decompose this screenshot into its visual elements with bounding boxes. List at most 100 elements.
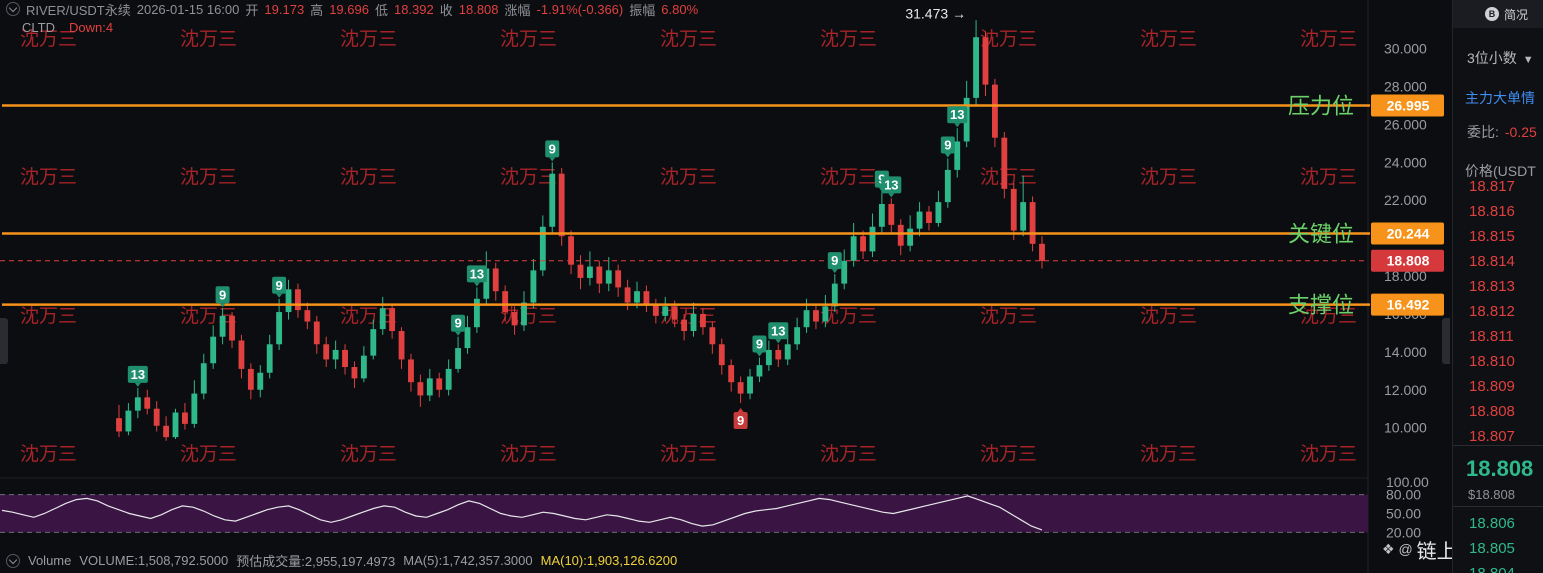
candle-body[interactable] <box>238 340 245 369</box>
candle-body[interactable] <box>662 306 669 316</box>
candle-body[interactable] <box>163 425 170 438</box>
ask-price[interactable]: 18.817 <box>1469 178 1515 195</box>
candle-body[interactable] <box>266 344 273 373</box>
candle-body[interactable] <box>615 270 622 288</box>
candle-body[interactable] <box>681 319 688 332</box>
overview-button[interactable]: B 简况 <box>1453 0 1543 28</box>
candle-body[interactable] <box>813 310 819 322</box>
bid-price[interactable]: 18.806 <box>1469 515 1515 532</box>
candle-body[interactable] <box>1010 188 1017 231</box>
candle-body[interactable] <box>605 270 612 284</box>
ask-price[interactable]: 18.814 <box>1469 253 1515 270</box>
candle-body[interactable] <box>276 312 283 345</box>
candle-body[interactable] <box>935 202 942 223</box>
candle-body[interactable] <box>643 291 650 305</box>
candle-body[interactable] <box>973 37 979 98</box>
candle-body[interactable] <box>869 226 876 252</box>
chart-area[interactable]: 30.00028.00026.00024.00022.00020.00018.0… <box>0 0 1497 573</box>
candle-body[interactable] <box>295 289 301 311</box>
candle-body[interactable] <box>558 173 565 237</box>
main-order-tab[interactable]: 主力大单情 <box>1465 88 1535 108</box>
candle-body[interactable] <box>897 224 904 246</box>
candle-body[interactable] <box>247 368 254 390</box>
candle-body[interactable] <box>379 308 386 330</box>
price-chart[interactable]: 30.00028.00026.00024.00022.00020.00018.0… <box>0 0 1450 573</box>
candle-body[interactable] <box>304 310 311 322</box>
right-collapse-tab[interactable] <box>1442 318 1450 364</box>
candle-body[interactable] <box>982 37 989 85</box>
candle-body[interactable] <box>671 306 678 320</box>
candle-body[interactable] <box>191 393 198 424</box>
candle-body[interactable] <box>831 283 838 307</box>
candle-body[interactable] <box>991 84 998 138</box>
candle-body[interactable] <box>577 264 584 278</box>
candle-body[interactable] <box>313 321 320 345</box>
candle-body[interactable] <box>841 260 848 284</box>
ask-price[interactable]: 18.816 <box>1469 203 1515 220</box>
left-collapse-tab[interactable] <box>0 318 8 364</box>
candle-body[interactable] <box>954 141 961 170</box>
candle-body[interactable] <box>926 211 932 223</box>
candle-body[interactable] <box>784 344 791 360</box>
candle-body[interactable] <box>219 315 226 337</box>
candle-body[interactable] <box>342 349 348 368</box>
ask-price[interactable]: 18.812 <box>1469 303 1515 320</box>
volume-collapse-chevron-icon[interactable] <box>6 553 20 568</box>
ask-price[interactable]: 18.815 <box>1469 228 1515 245</box>
ask-price[interactable]: 18.807 <box>1469 428 1515 445</box>
candle-body[interactable] <box>530 270 537 303</box>
candle-body[interactable] <box>445 368 452 390</box>
candle-body[interactable] <box>1001 137 1008 189</box>
candle-body[interactable] <box>116 418 122 432</box>
candle-body[interactable] <box>323 344 330 360</box>
candle-body[interactable] <box>860 236 866 252</box>
candle-body[interactable] <box>125 410 132 432</box>
candle-body[interactable] <box>200 363 207 394</box>
candle-body[interactable] <box>794 327 801 345</box>
candle-body[interactable] <box>389 308 396 332</box>
ask-price[interactable]: 18.813 <box>1469 278 1515 295</box>
collapse-chevron-icon[interactable] <box>6 2 20 16</box>
candle-body[interactable] <box>1029 202 1036 244</box>
candle-body[interactable] <box>285 289 292 313</box>
candle-body[interactable] <box>426 378 433 396</box>
ask-price[interactable]: 18.810 <box>1469 353 1515 370</box>
candle-body[interactable] <box>464 327 471 349</box>
candle-body[interactable] <box>521 302 527 326</box>
ask-price[interactable]: 18.811 <box>1469 328 1514 345</box>
candle-body[interactable] <box>549 173 556 227</box>
candle-body[interactable] <box>803 310 810 328</box>
candle-body[interactable] <box>756 365 763 377</box>
candle-body[interactable] <box>332 349 339 360</box>
candle-body[interactable] <box>492 268 499 292</box>
candle-body[interactable] <box>408 359 414 383</box>
candle-body[interactable] <box>634 291 640 303</box>
candle-body[interactable] <box>360 355 367 379</box>
candle-body[interactable] <box>652 304 659 316</box>
symbol-name[interactable]: RIVER/USDT永续 <box>26 0 131 19</box>
candle-body[interactable] <box>907 228 914 246</box>
bid-price[interactable]: 18.804 <box>1469 565 1515 573</box>
candle-body[interactable] <box>153 408 160 426</box>
candle-body[interactable] <box>502 291 509 313</box>
ask-price[interactable]: 18.808 <box>1469 403 1515 420</box>
candle-body[interactable] <box>718 344 725 366</box>
candle-body[interactable] <box>916 211 923 229</box>
candle-body[interactable] <box>775 349 782 360</box>
candle-body[interactable] <box>728 365 735 383</box>
candle-body[interactable] <box>596 266 603 284</box>
bid-price[interactable]: 18.805 <box>1469 540 1515 557</box>
candle-body[interactable] <box>229 315 235 341</box>
candle-body[interactable] <box>172 412 179 438</box>
candle-body[interactable] <box>700 313 706 328</box>
candle-body[interactable] <box>747 376 753 394</box>
candle-body[interactable] <box>511 312 518 326</box>
candle-body[interactable] <box>473 298 480 328</box>
candle-body[interactable] <box>370 329 377 356</box>
candle-body[interactable] <box>210 336 217 364</box>
candle-body[interactable] <box>1039 243 1045 261</box>
candle-body[interactable] <box>257 372 264 390</box>
candle-body[interactable] <box>624 287 631 303</box>
candle-body[interactable] <box>850 236 857 261</box>
candle-body[interactable] <box>586 266 593 278</box>
